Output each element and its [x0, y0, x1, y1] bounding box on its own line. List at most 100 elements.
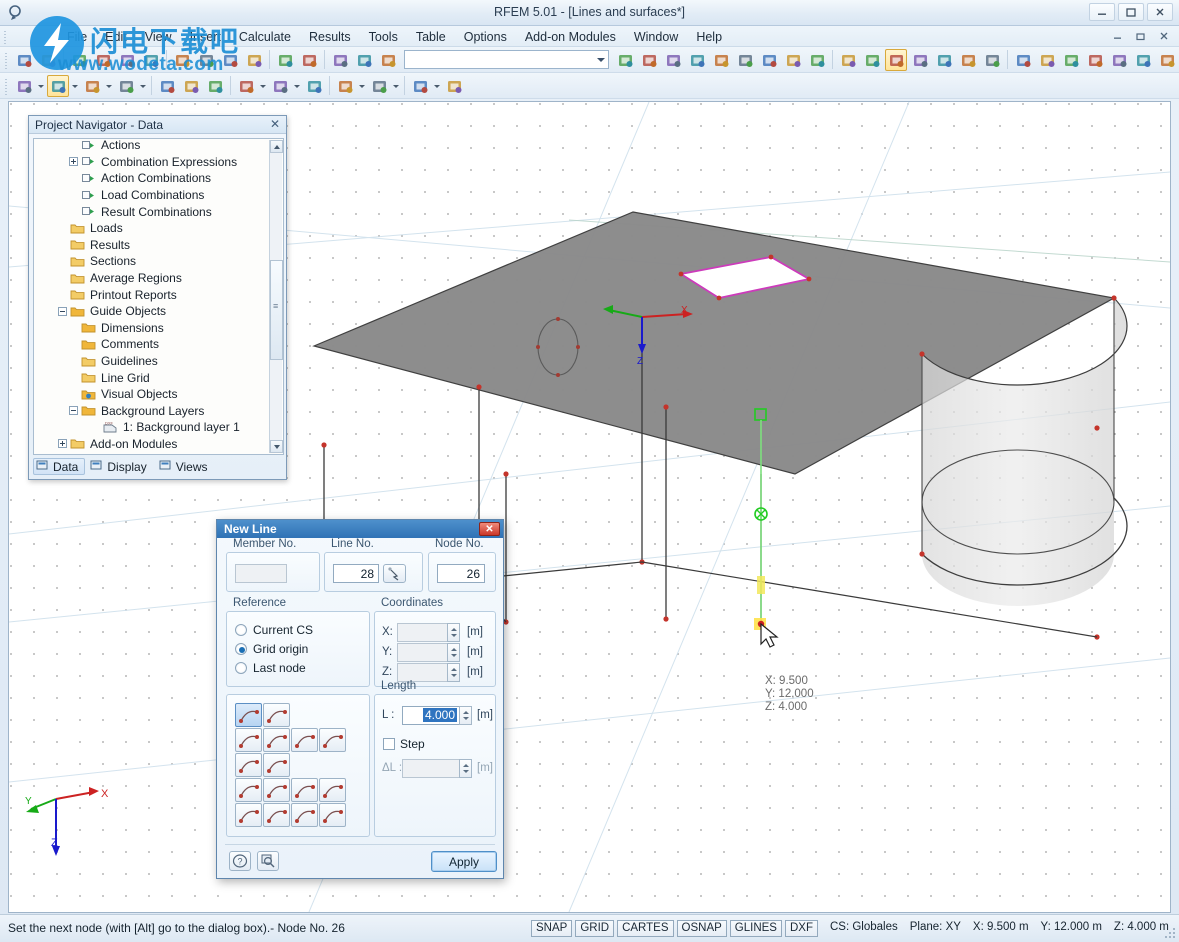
menu-item-table[interactable]: Table: [407, 28, 455, 46]
length-value[interactable]: 4.000: [422, 708, 457, 722]
new-opening-icon[interactable]: [269, 75, 291, 97]
menu-item-file[interactable]: File: [58, 28, 96, 46]
circle-center-icon[interactable]: [263, 753, 290, 777]
expand-icon[interactable]: [58, 439, 67, 449]
redo-icon[interactable]: [243, 49, 265, 71]
chevron-down-icon[interactable]: [292, 75, 302, 97]
arc-center-icon[interactable]: [263, 728, 290, 752]
bezier-icon[interactable]: [263, 803, 290, 827]
mdi-restore-button[interactable]: [1131, 28, 1151, 44]
toolbar-grip-handle[interactable]: [3, 76, 10, 95]
menu-item-help[interactable]: Help: [687, 28, 731, 46]
chevron-down-icon[interactable]: [391, 75, 401, 97]
polyline-icon[interactable]: [115, 75, 137, 97]
tree-item-background-layers[interactable]: Background Layers: [34, 403, 269, 420]
next-arrow-icon[interactable]: [638, 49, 660, 71]
surface-load-icon[interactable]: [334, 75, 356, 97]
expand-icon[interactable]: [69, 157, 78, 167]
tree-item-result-combinations[interactable]: Result Combinations: [34, 203, 269, 220]
wireframe-icon[interactable]: [782, 49, 804, 71]
perspective-icon[interactable]: [933, 49, 955, 71]
chevron-down-icon[interactable]: [258, 75, 268, 97]
dimension-icon[interactable]: [981, 49, 1003, 71]
tree-item-action-combinations[interactable]: Action Combinations: [34, 170, 269, 187]
close-button[interactable]: [1147, 3, 1173, 21]
info-icon[interactable]: [1132, 49, 1154, 71]
scale-icon[interactable]: [1060, 49, 1082, 71]
tree-item-average-regions[interactable]: Average Regions: [34, 270, 269, 287]
elliptical-arc-icon[interactable]: [263, 778, 290, 802]
print-icon[interactable]: [116, 49, 138, 71]
delta-length-spinner[interactable]: [459, 759, 472, 778]
line-on-surface-icon[interactable]: [319, 803, 346, 827]
spiral-icon[interactable]: [291, 803, 318, 827]
navigator-tab-display[interactable]: Display: [87, 458, 153, 475]
scrollbar-thumb[interactable]: [270, 260, 283, 360]
status-flag-snap[interactable]: SNAP: [531, 920, 573, 937]
details-icon[interactable]: [377, 49, 399, 71]
menu-item-calculate[interactable]: Calculate: [230, 28, 300, 46]
close-icon[interactable]: ✕: [269, 118, 281, 130]
new-solid-icon[interactable]: [235, 75, 257, 97]
menu-item-view[interactable]: View: [136, 28, 181, 46]
chevron-down-icon[interactable]: [36, 75, 46, 97]
tree-item-1-background-layer-1[interactable]: DXF 1: Background layer 1: [34, 419, 269, 436]
new-node-icon[interactable]: [13, 75, 35, 97]
scroll-down-arrow-icon[interactable]: [270, 440, 283, 453]
nurbs-icon[interactable]: [235, 803, 262, 827]
tree-item-loads[interactable]: Loads: [34, 220, 269, 237]
menu-item-window[interactable]: Window: [625, 28, 687, 46]
tree-item-line-grid[interactable]: Line Grid: [34, 369, 269, 386]
tree-item-actions[interactable]: Actions: [34, 139, 269, 154]
snap-icon[interactable]: [1012, 49, 1034, 71]
tree-item-dimensions[interactable]: Dimensions: [34, 320, 269, 337]
menu-item-edit[interactable]: Edit: [96, 28, 136, 46]
arc-tangent-icon[interactable]: [291, 728, 318, 752]
ellipse-icon[interactable]: [235, 778, 262, 802]
rotate-object-icon[interactable]: [1108, 49, 1130, 71]
resize-grip-icon[interactable]: [1164, 927, 1176, 939]
tree-item-add-on-modules[interactable]: Add-on Modules: [34, 436, 269, 453]
zoom-all-icon[interactable]: [734, 49, 756, 71]
menu-item-add-on-modules[interactable]: Add-on Modules: [516, 28, 625, 46]
zoom-out-icon[interactable]: [710, 49, 732, 71]
copy-icon[interactable]: [195, 49, 217, 71]
free-load-icon[interactable]: [409, 75, 431, 97]
mdi-minimize-button[interactable]: [1108, 28, 1128, 44]
navigator-scrollbar[interactable]: [269, 140, 283, 453]
circle-icon[interactable]: [235, 753, 262, 777]
radio-current-cs[interactable]: Current CS: [235, 623, 313, 637]
collapse-icon[interactable]: [69, 406, 78, 416]
undo-icon[interactable]: [219, 49, 241, 71]
parabola-icon[interactable]: [291, 778, 318, 802]
menu-item-tools[interactable]: Tools: [360, 28, 407, 46]
delta-length-field[interactable]: [402, 759, 460, 778]
settings-icon[interactable]: [1156, 49, 1178, 71]
mirror-icon[interactable]: [1036, 49, 1058, 71]
new-line-icon[interactable]: [47, 74, 69, 97]
render-icon[interactable]: [758, 49, 780, 71]
generate-icon[interactable]: [443, 75, 465, 97]
maximize-button[interactable]: [1118, 3, 1144, 21]
refresh-icon[interactable]: [274, 49, 296, 71]
pick-line-button[interactable]: [383, 564, 406, 583]
line-dimension-icon[interactable]: [81, 75, 103, 97]
sun-view-icon[interactable]: [861, 49, 883, 71]
radio-last-node[interactable]: Last node: [235, 661, 306, 675]
apply-button[interactable]: Apply: [431, 851, 497, 872]
model-view-icon[interactable]: [837, 49, 859, 71]
chevron-down-icon[interactable]: [357, 75, 367, 97]
coord-y-spinner[interactable]: [447, 643, 460, 662]
save-icon[interactable]: [68, 49, 90, 71]
tree-item-printout-reports[interactable]: Printout Reports: [34, 286, 269, 303]
intersect-icon[interactable]: [1084, 49, 1106, 71]
tree-item-guidelines[interactable]: Guidelines: [34, 353, 269, 370]
rotate-view-icon[interactable]: [885, 48, 907, 71]
new-support-icon[interactable]: [180, 75, 202, 97]
toolbar-grip-handle[interactable]: [3, 50, 10, 69]
inspect-button[interactable]: [257, 851, 279, 871]
pan-view-icon[interactable]: [909, 49, 931, 71]
minimize-button[interactable]: [1089, 3, 1115, 21]
new-load-icon[interactable]: [303, 75, 325, 97]
open-folder-icon[interactable]: [37, 49, 59, 71]
